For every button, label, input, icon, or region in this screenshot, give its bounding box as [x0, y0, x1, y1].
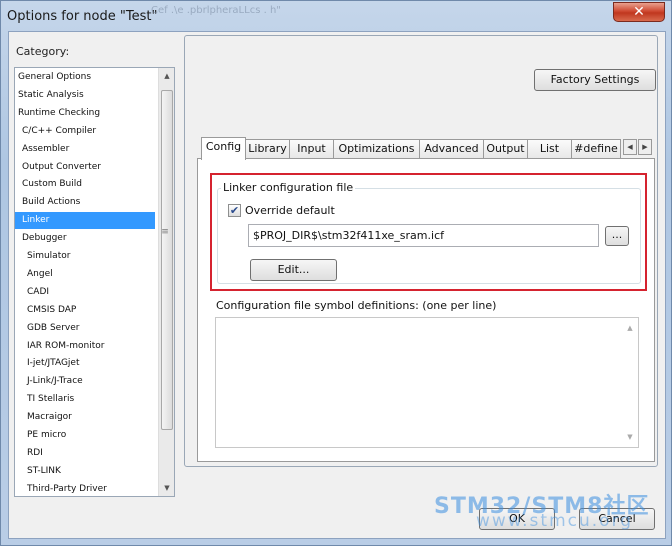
- tab-define[interactable]: #define: [571, 139, 621, 159]
- category-item[interactable]: General Options: [15, 69, 155, 86]
- tab-config[interactable]: Config: [201, 137, 246, 160]
- category-item[interactable]: Runtime Checking: [15, 105, 155, 122]
- tab-scroll-right-icon[interactable]: ▶: [638, 139, 652, 155]
- symbol-definitions-label: Configuration file symbol definitions: (…: [216, 299, 497, 312]
- category-list[interactable]: General Options Static Analysis Runtime Ch…: [14, 67, 175, 497]
- title-ghost-text: Cef .\e .pbrlpheraLLcs . h": [151, 5, 281, 16]
- watermark-url: www.stmcu.org: [476, 511, 634, 531]
- category-item[interactable]: Linker: [15, 212, 155, 230]
- category-item[interactable]: Assembler: [15, 141, 155, 158]
- category-item[interactable]: RDI: [15, 445, 155, 462]
- category-item[interactable]: PE micro: [15, 427, 155, 444]
- category-item[interactable]: Debugger: [15, 230, 155, 247]
- tab-advanced[interactable]: Advanced: [419, 139, 484, 159]
- category-item[interactable]: CMSIS DAP: [15, 302, 155, 319]
- category-item[interactable]: Simulator: [15, 248, 155, 265]
- tab-strip: Config Library Input Optimizations Advan…: [197, 137, 655, 160]
- category-item[interactable]: J-Link/J-Trace: [15, 373, 155, 390]
- tab-optimizations[interactable]: Optimizations: [333, 139, 420, 159]
- scroll-grip-icon: ≡: [161, 227, 169, 237]
- category-item[interactable]: Angel: [15, 266, 155, 283]
- symbol-definitions-textarea[interactable]: ▲ ▼: [215, 317, 639, 448]
- category-item[interactable]: ST-LINK: [15, 463, 155, 480]
- category-scrollbar[interactable]: ▲ ≡ ▼: [158, 68, 174, 496]
- category-item[interactable]: I-jet/JTAGjet: [15, 355, 155, 372]
- options-dialog: Options for node "Test" Cef .\e .pbrlphe…: [0, 0, 672, 546]
- category-item[interactable]: Macraigor: [15, 409, 155, 426]
- category-item[interactable]: IAR ROM-monitor: [15, 338, 155, 355]
- scroll-down-arrow-icon[interactable]: ▼: [159, 480, 174, 496]
- category-label: Category:: [16, 45, 70, 58]
- scroll-thumb[interactable]: [161, 90, 173, 430]
- tab-library[interactable]: Library: [245, 139, 290, 159]
- tab-scroll-left-icon[interactable]: ◀: [623, 139, 637, 155]
- defs-scroll-down-icon[interactable]: ▼: [622, 429, 638, 445]
- category-item[interactable]: GDB Server: [15, 320, 155, 337]
- scroll-up-arrow-icon[interactable]: ▲: [159, 68, 174, 84]
- category-item[interactable]: Third-Party Driver: [15, 481, 155, 496]
- category-item[interactable]: C/C++ Compiler: [15, 123, 155, 140]
- category-item[interactable]: Build Actions: [15, 194, 155, 211]
- title-bar[interactable]: Options for node "Test" Cef .\e .pbrlphe…: [1, 1, 671, 31]
- defs-scroll-up-icon[interactable]: ▲: [622, 320, 638, 336]
- close-button[interactable]: ✕: [613, 2, 665, 22]
- tab-output[interactable]: Output: [483, 139, 528, 159]
- factory-settings-button[interactable]: Factory Settings: [534, 69, 656, 91]
- category-item[interactable]: TI Stellaris: [15, 391, 155, 408]
- category-item[interactable]: Static Analysis: [15, 87, 155, 104]
- category-item[interactable]: CADI: [15, 284, 155, 301]
- window-title: Options for node "Test": [7, 9, 158, 24]
- highlight-box: [210, 173, 647, 291]
- tab-input[interactable]: Input: [289, 139, 334, 159]
- category-item[interactable]: Output Converter: [15, 159, 155, 176]
- tab-list[interactable]: List: [527, 139, 572, 159]
- category-item[interactable]: Custom Build: [15, 176, 155, 193]
- close-icon: ✕: [633, 4, 645, 20]
- defs-scrollbar[interactable]: ▲ ▼: [622, 318, 638, 447]
